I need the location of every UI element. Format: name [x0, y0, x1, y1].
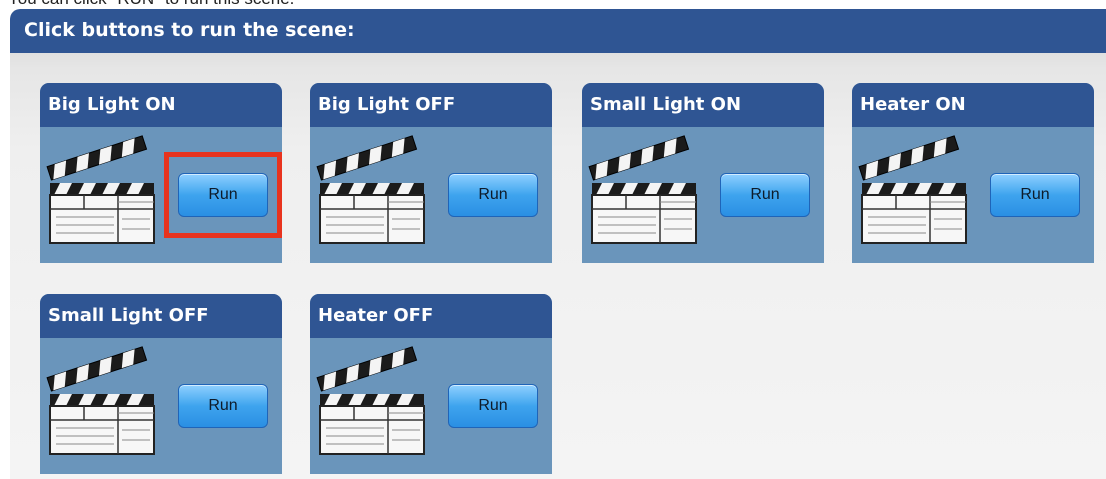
run-button-heater-off[interactable]: Run	[448, 384, 538, 428]
clapperboard-icon	[856, 135, 968, 247]
scene-card-big-light-off: Big Light OFF Run	[310, 83, 552, 263]
clapperboard-icon	[586, 135, 698, 247]
scene-card-small-light-on: Small Light ON Run	[582, 83, 824, 263]
run-button-heater-on[interactable]: Run	[990, 173, 1080, 217]
clapperboard-icon	[44, 346, 156, 458]
run-button-small-light-on[interactable]: Run	[720, 173, 810, 217]
run-button-small-light-off[interactable]: Run	[178, 384, 268, 428]
scene-title: Big Light ON	[40, 83, 282, 127]
scene-card-heater-off: Heater OFF Run	[310, 294, 552, 474]
scenes-panel: Click buttons to run the scene: Big Ligh…	[10, 9, 1106, 479]
clapperboard-icon	[44, 135, 156, 247]
run-button-big-light-off[interactable]: Run	[448, 173, 538, 217]
scene-title: Small Light OFF	[40, 294, 282, 338]
panel-header: Click buttons to run the scene:	[10, 9, 1106, 53]
scene-title: Big Light OFF	[310, 83, 552, 127]
scene-card-small-light-off: Small Light OFF Run	[40, 294, 282, 474]
clapperboard-icon	[314, 346, 426, 458]
scene-card-heater-on: Heater ON Run	[852, 83, 1094, 263]
clapperboard-icon	[314, 135, 426, 247]
scene-title: Small Light ON	[582, 83, 824, 127]
scene-title: Heater ON	[852, 83, 1094, 127]
scene-title: Heater OFF	[310, 294, 552, 338]
instruction-text: You can click "RUN" to run this scene.	[0, 0, 1106, 9]
highlight-box	[164, 152, 282, 238]
